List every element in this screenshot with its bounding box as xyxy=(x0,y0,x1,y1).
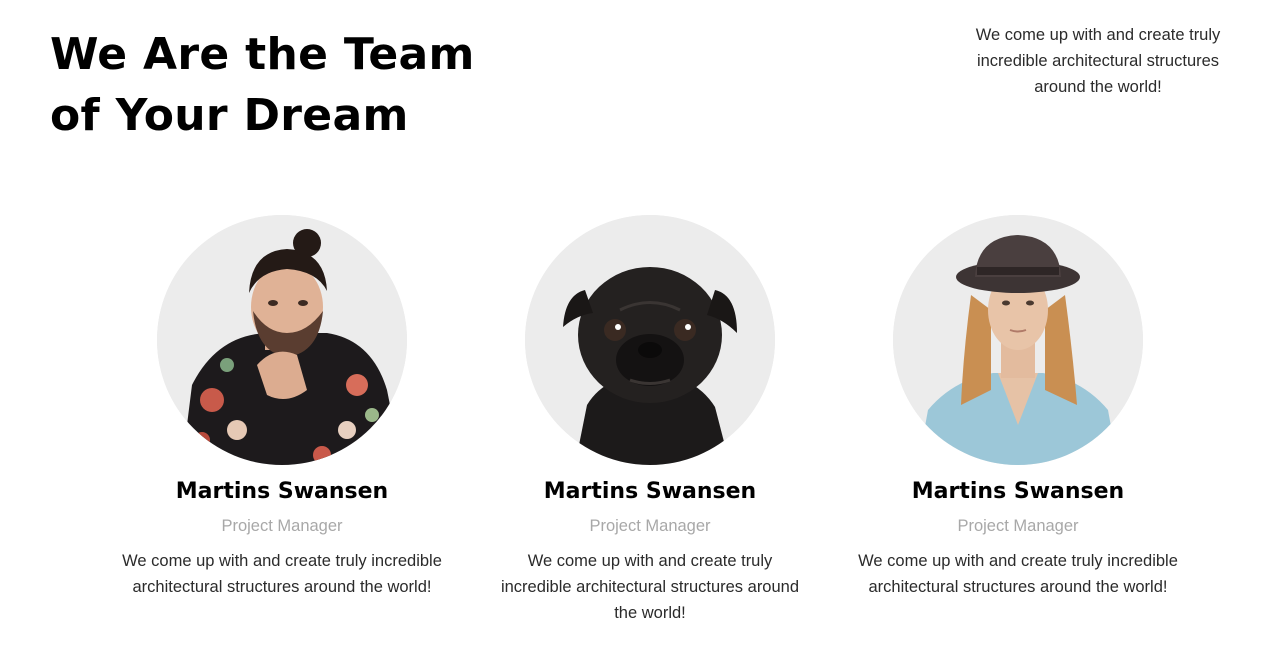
pug-portrait-image xyxy=(525,215,775,465)
man-portrait-image xyxy=(157,215,407,465)
team-card: Martins Swansen Project Manager We come … xyxy=(92,215,472,600)
intro-text: We come up with and create truly incredi… xyxy=(975,26,1221,96)
team-card: Martins Swansen Project Manager We come … xyxy=(828,215,1208,600)
team-card: Martins Swansen Project Manager We come … xyxy=(460,215,840,626)
member-name: Martins Swansen xyxy=(911,479,1125,504)
member-bio: We come up with and create truly incredi… xyxy=(500,552,800,622)
page-title-line-1: We Are the Team xyxy=(50,29,475,80)
member-bio: We come up with and create truly incredi… xyxy=(122,552,442,596)
woman-portrait-image xyxy=(893,215,1143,465)
page-title-line-2: of Your Dream xyxy=(50,90,409,141)
team-member-photo xyxy=(525,215,775,465)
member-bio: We come up with and create truly incredi… xyxy=(858,552,1178,596)
member-name: Martins Swansen xyxy=(543,479,757,504)
member-role: Project Manager xyxy=(221,517,343,535)
member-role: Project Manager xyxy=(589,517,711,535)
team-member-photo xyxy=(157,215,407,465)
team-member-photo xyxy=(893,215,1143,465)
page-title: We Are the Team of Your Dream xyxy=(50,24,570,146)
member-role: Project Manager xyxy=(957,517,1079,535)
member-name: Martins Swansen xyxy=(175,479,389,504)
